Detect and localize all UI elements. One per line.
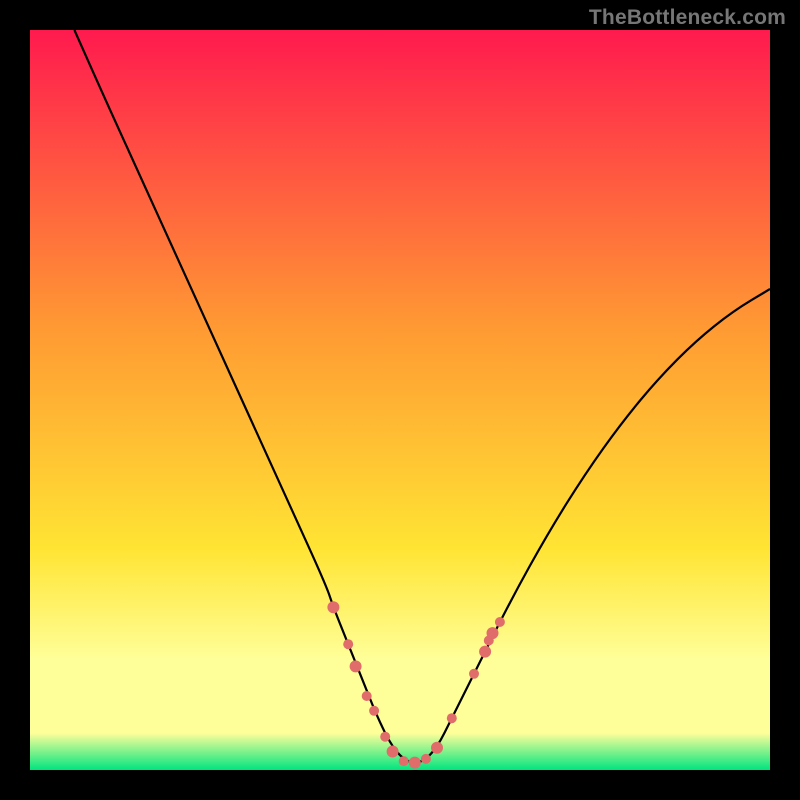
bottleneck-chart [30,30,770,770]
highlighted-point [362,691,372,701]
highlighted-point [380,732,390,742]
chart-svg [30,30,770,770]
highlighted-point [421,754,431,764]
highlighted-point [369,706,379,716]
highlighted-point [350,660,362,672]
highlighted-point [487,627,499,639]
highlighted-point [447,713,457,723]
highlighted-point [495,617,505,627]
highlighted-point [387,746,399,758]
highlighted-point [431,742,443,754]
highlighted-point [409,757,421,769]
highlighted-point [469,669,479,679]
highlighted-point [327,601,339,613]
gradient-background [30,30,770,770]
highlighted-point [343,639,353,649]
watermark-text: TheBottleneck.com [589,6,786,30]
highlighted-point [479,646,491,658]
highlighted-point [399,756,409,766]
